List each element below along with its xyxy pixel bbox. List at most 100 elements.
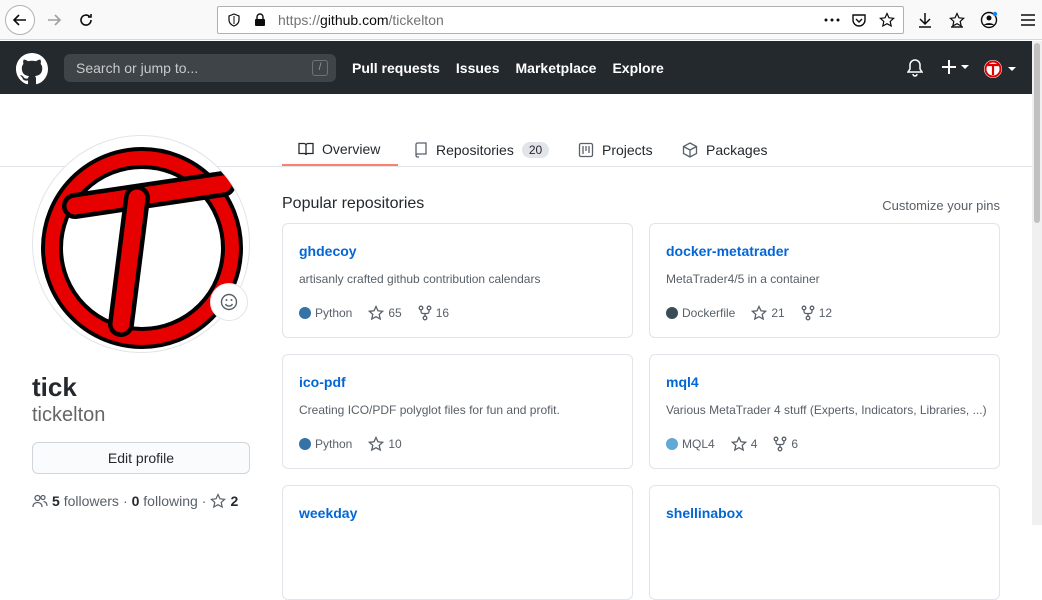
repo-meta: MQL4 4 6 <box>666 436 798 452</box>
pinned-repo-card: shellinabox <box>649 485 1000 600</box>
repo-language: Python <box>299 437 352 451</box>
repo-name-link[interactable]: mql4 <box>666 374 699 390</box>
popular-repositories-title: Popular repositories <box>282 195 425 212</box>
repo-forks-link[interactable]: 12 <box>801 305 832 321</box>
page-scrollbar[interactable] <box>1032 41 1042 525</box>
repo-name-link[interactable]: docker-metatrader <box>666 243 789 259</box>
browser-toolbar: https://github.com/tickelton <box>0 0 1042 40</box>
fork-icon <box>773 436 787 452</box>
stars-link[interactable]: 2 <box>210 493 238 509</box>
repo-language: MQL4 <box>666 437 715 451</box>
caret-down-icon <box>1008 67 1016 71</box>
set-status-button[interactable] <box>210 283 248 321</box>
plus-icon <box>942 60 956 74</box>
back-button[interactable] <box>5 5 35 35</box>
bell-icon[interactable] <box>907 59 923 77</box>
header-nav: Pull requests Issues Marketplace Explore <box>352 60 664 76</box>
repo-meta: Dockerfile 21 12 <box>666 305 832 321</box>
tab-packages-label: Packages <box>706 142 768 158</box>
scrollbar-thumb[interactable] <box>1034 43 1040 223</box>
tab-overview[interactable]: Overview <box>282 134 398 166</box>
pinned-repo-card: weekday <box>282 485 633 600</box>
forks-count: 12 <box>818 306 833 320</box>
repo-stars-link[interactable]: 65 <box>368 305 402 321</box>
repo-icon <box>415 142 427 158</box>
language-name: MQL4 <box>682 437 715 451</box>
language-color-dot <box>299 438 311 450</box>
address-bar[interactable]: https://github.com/tickelton <box>217 6 904 34</box>
profile-avatar[interactable] <box>32 135 250 353</box>
book-icon <box>298 142 314 156</box>
language-color-dot <box>666 438 678 450</box>
package-icon <box>682 142 698 158</box>
following-count: 0 <box>131 493 140 509</box>
hamburger-menu-icon[interactable] <box>1018 10 1038 30</box>
repo-name-link[interactable]: weekday <box>299 505 357 521</box>
tab-repositories[interactable]: Repositories 20 <box>414 134 550 166</box>
customize-pins-link[interactable]: Customize your pins <box>882 198 1000 213</box>
stars-count: 4 <box>750 437 758 451</box>
star-icon <box>730 436 747 452</box>
star-icon <box>368 305 385 321</box>
star-icon <box>210 493 227 509</box>
account-icon[interactable] <box>979 10 999 30</box>
nav-issues[interactable]: Issues <box>456 60 500 76</box>
follow-stats: 5 followers · 0 following · 2 <box>32 493 238 509</box>
nav-explore[interactable]: Explore <box>612 60 663 76</box>
repo-name-link[interactable]: ghdecoy <box>299 243 357 259</box>
shield-icon[interactable] <box>226 12 242 28</box>
library-icon[interactable] <box>947 10 967 30</box>
tab-overview-label: Overview <box>322 141 381 157</box>
repo-meta: Python 10 <box>299 436 402 452</box>
language-color-dot <box>299 307 311 319</box>
bookmark-star-icon[interactable] <box>879 12 895 28</box>
more-actions-icon[interactable] <box>824 12 840 28</box>
repo-forks-link[interactable]: 6 <box>773 436 798 452</box>
repo-description: Creating ICO/PDF polyglot files for fun … <box>299 403 560 417</box>
reload-icon <box>80 14 92 26</box>
star-icon <box>751 305 768 321</box>
repo-stars-link[interactable]: 21 <box>751 305 785 321</box>
pocket-icon[interactable] <box>851 12 867 28</box>
pinned-repo-card: mql4 Various MetaTrader 4 stuff (Experts,… <box>649 354 1000 469</box>
user-menu-button[interactable] <box>983 59 1017 79</box>
project-icon <box>578 142 594 158</box>
download-icon[interactable] <box>915 10 935 30</box>
repositories-count-badge: 20 <box>521 142 550 158</box>
avatar-image <box>41 147 243 349</box>
nav-pull-requests[interactable]: Pull requests <box>352 60 440 76</box>
profile-login: tickelton <box>32 404 106 426</box>
repo-forks-link[interactable]: 16 <box>418 305 449 321</box>
repo-name-link[interactable]: ico-pdf <box>299 374 346 390</box>
tab-packages[interactable]: Packages <box>682 134 767 166</box>
caret-down-icon <box>961 65 969 69</box>
people-icon <box>32 494 48 508</box>
followers-link[interactable]: 5 followers <box>52 493 119 509</box>
reload-button[interactable] <box>72 6 100 34</box>
edit-profile-button[interactable]: Edit profile <box>32 442 250 474</box>
tab-projects[interactable]: Projects <box>578 134 653 166</box>
profile-name: tick <box>32 372 77 402</box>
forks-count: 16 <box>435 306 450 320</box>
create-new-button[interactable] <box>941 59 970 75</box>
stars-count: 65 <box>388 306 402 320</box>
star-icon <box>368 436 385 452</box>
lock-icon[interactable] <box>252 12 268 28</box>
repo-stars-link[interactable]: 10 <box>368 436 402 452</box>
forward-button[interactable] <box>40 6 68 34</box>
repo-meta: Python 65 16 <box>299 305 449 321</box>
github-header: Search or jump to... / Pull requests Iss… <box>0 41 1032 94</box>
repo-name-link[interactable]: shellinabox <box>666 505 743 521</box>
github-logo-icon[interactable] <box>16 53 48 85</box>
search-shortcut-key: / <box>312 60 328 76</box>
fork-icon <box>801 305 815 321</box>
repo-stars-link[interactable]: 4 <box>730 436 758 452</box>
followers-count: 5 <box>52 493 60 509</box>
language-color-dot <box>666 307 678 319</box>
user-avatar-icon <box>984 60 1002 78</box>
search-input[interactable]: Search or jump to... / <box>64 54 336 82</box>
nav-marketplace[interactable]: Marketplace <box>516 60 597 76</box>
pinned-repo-card: docker-metatrader MetaTrader4/5 in a cont… <box>649 223 1000 338</box>
language-name: Python <box>315 306 353 320</box>
following-link[interactable]: 0 following <box>132 493 198 509</box>
